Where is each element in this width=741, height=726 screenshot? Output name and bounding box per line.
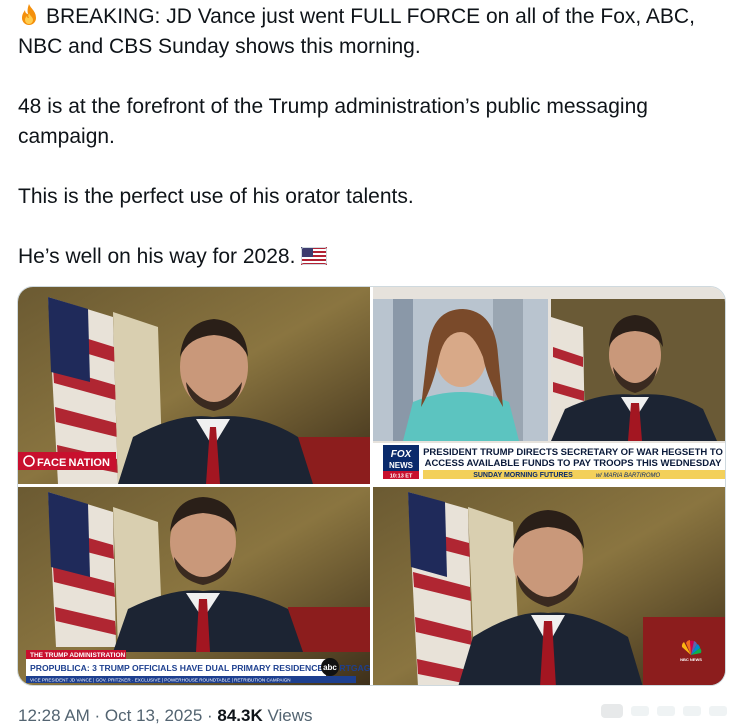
views-count: 84.3K: [217, 706, 263, 725]
tweet-timestamp[interactable]: 12:28 AM · Oct 13, 2025 ·: [18, 706, 217, 725]
blurred-action-icons: [601, 704, 727, 718]
tweet-line-4: He’s well on his way for 2028.: [18, 245, 296, 268]
views-label: Views: [262, 706, 313, 725]
svg-text:10:13 ET: 10:13 ET: [390, 474, 413, 480]
fox-show-name: SUNDAY MORNING FUTURES: [473, 472, 573, 479]
tweet-text: BREAKING: JD Vance just went FULL FORCE …: [18, 2, 718, 272]
fox-headline-2: ACCESS AVAILABLE FUNDS TO PAY TROOPS THI…: [425, 458, 722, 469]
abc-tag: THE TRUMP ADMINISTRATION: [30, 652, 126, 659]
us-flag-icon: [301, 247, 328, 265]
media-image-nbc[interactable]: NBC NEWS: [373, 487, 725, 685]
tweet-line-3: This is the perfect use of his orator ta…: [18, 185, 414, 208]
tweet-line-2: 48 is at the forefront of the Trump admi…: [18, 95, 648, 148]
fire-icon: [22, 4, 36, 25]
face-nation-logo: FACE NATION: [37, 457, 110, 469]
fox-headline-1: PRESIDENT TRUMP DIRECTS SECRETARY OF WAR…: [423, 447, 723, 458]
media-image-cbs[interactable]: FACE NATION: [18, 287, 370, 484]
svg-text:NEWS: NEWS: [389, 461, 414, 470]
tweet-meta: 12:28 AM · Oct 13, 2025 · 84.3K Views: [18, 706, 313, 726]
media-grid[interactable]: FACE NATION FOX NEWS 10:13 ET PRESIDENT …: [17, 286, 726, 686]
media-image-abc[interactable]: THE TRUMP ADMINISTRATION PROPUBLICA: 3 T…: [18, 487, 370, 685]
svg-text:NBC NEWS: NBC NEWS: [680, 657, 702, 662]
svg-text:abc: abc: [323, 663, 337, 672]
media-image-fox[interactable]: FOX NEWS 10:13 ET PRESIDENT TRUMP DIRECT…: [373, 287, 725, 484]
abc-ticker: VICE PRESIDENT JD VANCE | GOV. PRITZKER …: [30, 678, 291, 683]
svg-text:FOX: FOX: [391, 449, 413, 460]
tweet-line-1: BREAKING: JD Vance just went FULL FORCE …: [18, 5, 695, 58]
abc-headline: PROPUBLICA: 3 TRUMP OFFICIALS HAVE DUAL …: [30, 663, 370, 673]
fox-host-name: w/ MARIA BARTIROMO: [596, 473, 661, 479]
